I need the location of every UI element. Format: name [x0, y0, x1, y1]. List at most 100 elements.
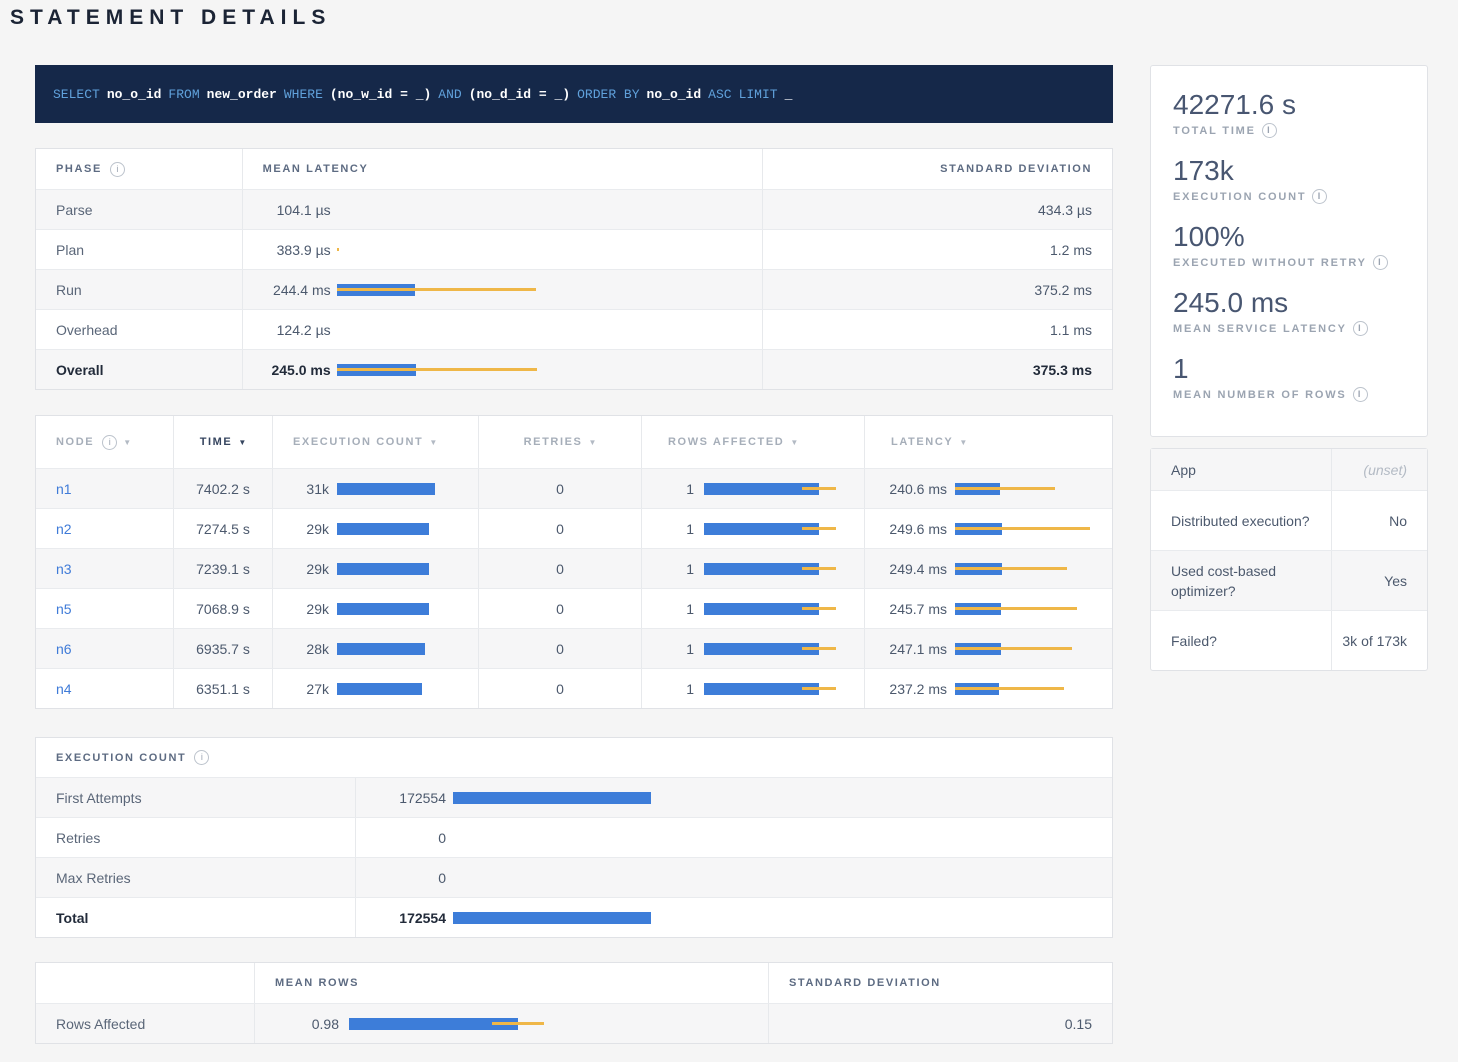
exec-row-label: Total: [36, 898, 356, 937]
time-value: 7274.5 s: [174, 509, 273, 548]
exec-row-value: 172554: [356, 910, 446, 926]
node-link[interactable]: n1: [56, 481, 72, 497]
table-row: n3 7239.1 s 29k 0 1 249.4 ms: [36, 548, 1112, 588]
latency-bar: [337, 204, 762, 216]
rows-affected-value: 1: [642, 521, 694, 537]
execution-count-bar: [337, 603, 478, 615]
exec-row-label: Max Retries: [36, 858, 356, 897]
attribute-row: Used cost-based optimizer? Yes: [1151, 550, 1427, 610]
rows-affected-value: 1: [642, 641, 694, 657]
rows-affected-table-header: Mean Rows Standard Deviation: [36, 963, 1112, 1003]
latency-value: 249.4 ms: [865, 561, 947, 577]
sql-identifier: new_order: [207, 87, 277, 102]
table-row: Plan 383.9 µs 1.2 ms: [36, 229, 1112, 269]
sort-arrow-icon: ▼: [123, 438, 131, 447]
stat-label: Total Time: [1173, 125, 1256, 137]
node-link[interactable]: n3: [56, 561, 72, 577]
phase-latency-table: Phase i Mean Latency Standard Deviation …: [35, 148, 1113, 390]
mean-rows-bar: [349, 1018, 768, 1030]
rows-affected-table: Mean Rows Standard Deviation Rows Affect…: [35, 962, 1113, 1044]
rows-affected-bar: [704, 563, 854, 575]
mean-rows-value: 0.98: [255, 1016, 339, 1032]
table-row: Retries 0: [36, 817, 1112, 857]
sql-keyword: SELECT: [53, 87, 100, 102]
mean-latency-value: 244.4 ms: [243, 282, 331, 298]
execution-count-value: 29k: [273, 601, 329, 617]
table-row: Parse 104.1 µs 434.3 µs: [36, 189, 1112, 229]
execution-count-column-header[interactable]: Execution Count ▼: [273, 416, 479, 468]
std-dev-value: 1.2 ms: [763, 230, 1112, 269]
sort-arrow-icon: ▼: [959, 438, 967, 447]
sql-identifier: (no_d_id = _): [469, 87, 570, 102]
rows-affected-value: 1: [642, 481, 694, 497]
sql-identifier: _: [785, 87, 793, 102]
time-value: 6935.7 s: [174, 629, 273, 668]
mean-service-latency-info-icon[interactable]: i: [1353, 321, 1368, 336]
time-column-header[interactable]: Time ▼: [174, 416, 273, 468]
count-bar: [453, 912, 1112, 924]
latency-bar: [955, 523, 1102, 535]
retries-value: 0: [479, 589, 642, 628]
sql-keyword: FROM: [168, 87, 199, 102]
node-link[interactable]: n5: [56, 601, 72, 617]
time-value: 7068.9 s: [174, 589, 273, 628]
sort-arrow-icon: ▼: [790, 438, 798, 447]
stat-label: Mean Service Latency: [1173, 323, 1347, 335]
stat-label: Execution Count: [1173, 191, 1306, 203]
std-dev-value: 434.3 µs: [763, 190, 1112, 229]
stat-value: 42271.6 s: [1173, 90, 1427, 120]
sort-arrow-icon: ▼: [238, 438, 246, 447]
execution-count-bar: [337, 483, 478, 495]
attribute-value: No: [1332, 491, 1427, 550]
execution-count-info-icon[interactable]: i: [194, 750, 209, 765]
execution-count-table-header: Execution Count i: [36, 738, 1112, 777]
mean-number-of-rows-info-icon[interactable]: i: [1353, 387, 1368, 402]
count-bar: [453, 792, 1112, 804]
executed-without-retry-info-icon[interactable]: i: [1373, 255, 1388, 270]
sql-keyword: AND: [438, 87, 461, 102]
std-dev-value: 375.2 ms: [763, 270, 1112, 309]
table-row: Overall 245.0 ms 375.3 ms: [36, 349, 1112, 389]
rows-affected-bar: [704, 603, 854, 615]
phase-label: Plan: [36, 230, 243, 269]
retries-value: 0: [479, 509, 642, 548]
retries-column-header[interactable]: Retries ▼: [479, 416, 642, 468]
retries-value: 0: [479, 669, 642, 708]
retries-value: 0: [479, 549, 642, 588]
node-link[interactable]: n4: [56, 681, 72, 697]
rows-affected-bar: [704, 683, 854, 695]
page-title: STATEMENT DETAILS: [10, 6, 331, 30]
rows-affected-bar: [704, 523, 854, 535]
node-column-header[interactable]: Node i ▼: [36, 416, 174, 468]
exec-row-value: 172554: [356, 790, 446, 806]
std-dev-value: 0.15: [769, 1004, 1112, 1043]
node-info-icon[interactable]: i: [102, 435, 117, 450]
execution-count-table: Execution Count i First Attempts 172554 …: [35, 737, 1113, 938]
stat-value: 173k: [1173, 156, 1427, 186]
execution-count-info-icon[interactable]: i: [1312, 189, 1327, 204]
stat-label: Executed without Retry: [1173, 257, 1367, 269]
table-row: Rows Affected 0.98 0.15: [36, 1003, 1112, 1043]
statement-attributes-card: App (unset) Distributed execution? No Us…: [1150, 448, 1428, 671]
total-time-info-icon[interactable]: i: [1262, 123, 1277, 138]
execution-count-bar: [337, 643, 478, 655]
attribute-row: Failed? 3k of 173k: [1151, 610, 1427, 670]
time-value: 7239.1 s: [174, 549, 273, 588]
node-link[interactable]: n6: [56, 641, 72, 657]
execution-count-value: 31k: [273, 481, 329, 497]
node-link[interactable]: n2: [56, 521, 72, 537]
time-value: 7402.2 s: [174, 469, 273, 508]
latency-bar: [337, 244, 762, 256]
rows-affected-column-header[interactable]: Rows Affected ▼: [642, 416, 865, 468]
stat-value: 245.0 ms: [1173, 288, 1427, 318]
std-dev-value: 1.1 ms: [763, 310, 1112, 349]
latency-column-header[interactable]: Latency ▼: [865, 416, 1112, 468]
phase-info-icon[interactable]: i: [110, 162, 125, 177]
attribute-row: App (unset): [1151, 449, 1427, 490]
count-bar: [453, 832, 1112, 844]
stat-label: Mean Number of Rows: [1173, 389, 1347, 401]
sql-statement-box: SELECTno_o_idFROMnew_orderWHERE(no_w_id …: [35, 65, 1113, 123]
stat-total-time: 42271.6 s Total Time i: [1173, 90, 1427, 138]
latency-bar: [337, 284, 762, 296]
node-statistics-table: Node i ▼ Time ▼ Execution Count ▼ Retrie…: [35, 415, 1113, 709]
